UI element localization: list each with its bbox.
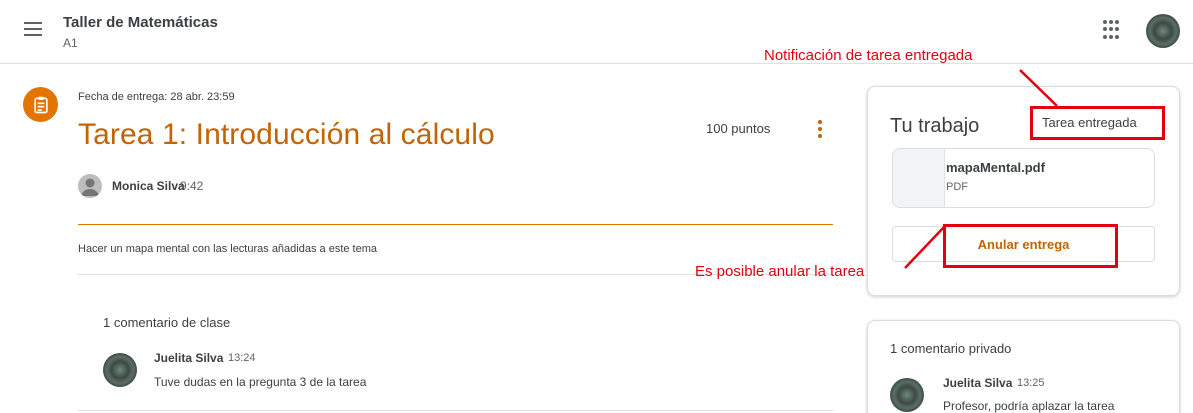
divider xyxy=(78,224,833,225)
more-options-icon[interactable] xyxy=(816,120,824,142)
private-comment-time: 13:25 xyxy=(1017,377,1045,389)
private-comment-text: Profesor, podría aplazar la tarea xyxy=(943,399,1115,413)
annotation-unsubmit-notice: Es posible anular la tarea xyxy=(695,263,865,280)
class-comments-heading[interactable]: 1 comentario de clase xyxy=(103,315,230,330)
comment-time: 13:24 xyxy=(228,352,256,364)
assignment-time: 9:42 xyxy=(180,179,204,193)
commenter-avatar xyxy=(890,378,924,412)
private-comment-author: Juelita Silva xyxy=(943,376,1013,390)
assignment-clipboard-icon xyxy=(23,87,58,122)
author-avatar xyxy=(78,174,102,198)
divider xyxy=(78,410,833,411)
assignment-title: Tarea 1: Introducción al cálculo xyxy=(78,118,495,151)
course-title[interactable]: Taller de Matemáticas xyxy=(63,14,218,31)
course-section: A1 xyxy=(63,36,78,50)
account-avatar[interactable] xyxy=(1146,14,1180,48)
assignment-author: Monica Silva xyxy=(112,179,185,193)
comment-text: Tuve dudas en la pregunta 3 de la tarea xyxy=(154,375,367,389)
top-app-bar: Taller de Matemáticas A1 xyxy=(0,0,1193,64)
assignment-description: Hacer un mapa mental con las lecturas añ… xyxy=(78,243,377,255)
due-date: Fecha de entrega: 28 abr. 23:59 xyxy=(78,91,235,103)
annotation-highlight-unsubmit xyxy=(943,224,1118,268)
annotation-submitted-notice: Notificación de tarea entregada xyxy=(764,47,973,64)
apps-grid-icon[interactable] xyxy=(1103,20,1123,40)
attachment-file[interactable] xyxy=(892,148,1155,208)
commenter-avatar xyxy=(103,353,137,387)
private-comments-heading: 1 comentario privado xyxy=(890,341,1012,356)
annotation-highlight-status xyxy=(1030,106,1165,140)
assignment-points: 100 puntos xyxy=(706,121,771,136)
file-type: PDF xyxy=(946,181,968,193)
hamburger-menu-icon[interactable] xyxy=(24,22,42,36)
file-thumbnail xyxy=(893,149,945,207)
your-work-title: Tu trabajo xyxy=(890,115,980,137)
comment-author: Juelita Silva xyxy=(154,351,224,365)
file-name[interactable]: mapaMental.pdf xyxy=(946,160,1045,175)
